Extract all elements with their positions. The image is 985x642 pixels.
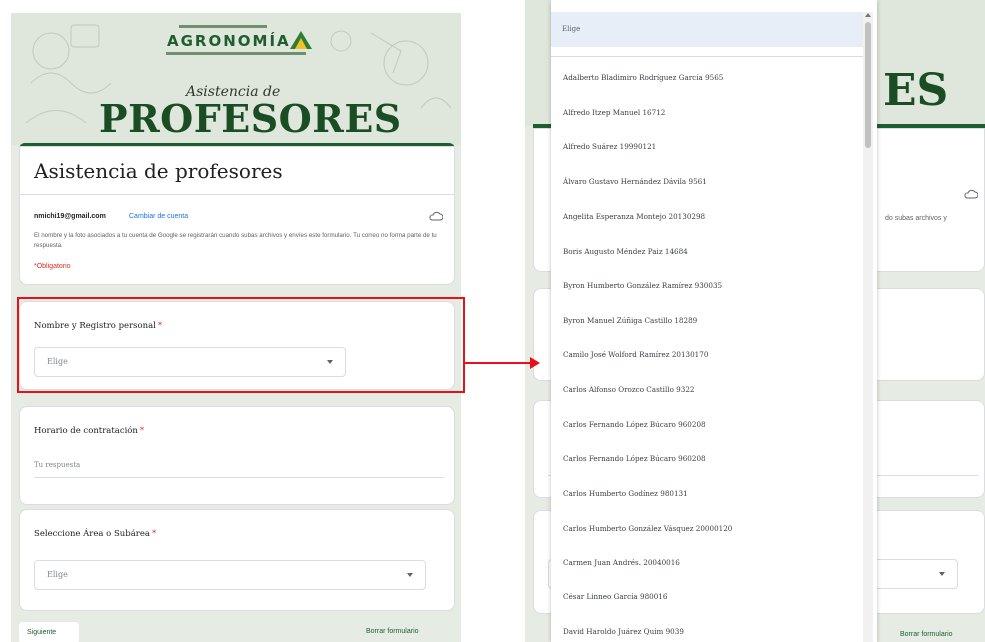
dropdown-option[interactable]: Adalberto Bladimiro Rodríguez García 956… (563, 73, 723, 82)
dropdown-option[interactable]: Alfredo Itzep Manuel 16712 (563, 108, 665, 117)
title-divider (20, 194, 454, 195)
dropdown-option[interactable]: Álvaro Gustavo Hernández Dávila 9561 (563, 177, 707, 186)
list-divider (551, 56, 863, 57)
clear-form-link[interactable]: Borrar formulario (366, 628, 419, 635)
dropdown-selected-option[interactable]: Elige (551, 12, 863, 47)
cloud-off-icon (429, 211, 443, 221)
required-star: * (139, 426, 145, 436)
answer-underline (34, 477, 444, 478)
dropdown-option[interactable]: Carlos Humberto González Vásquez 2000012… (563, 524, 732, 533)
title-card: Asistencia de profesores nmichi19@gmail.… (19, 146, 455, 285)
area-dropdown[interactable]: Elige (34, 560, 426, 590)
partial-account-notice: do subas archivos y (885, 215, 947, 222)
dropdown-option[interactable]: Camilo José Wolford Ramírez 20130170 (563, 350, 708, 359)
question-label: Horario de contratación * (34, 426, 144, 436)
dropdown-option[interactable]: Carlos Humberto Godínez 980131 (563, 489, 688, 498)
form-banner: AGRONOMÍA Asistencia de PROFESORES (11, 13, 461, 145)
chevron-down-icon (407, 573, 413, 577)
dropdown-header-text: Elige (562, 25, 581, 33)
form-title: Asistencia de profesores (34, 159, 283, 183)
required-star: * (151, 529, 157, 539)
annotation-arrow-line (465, 362, 532, 364)
horario-input[interactable]: Tu respuesta (34, 461, 80, 469)
logo-text: AGRONOMÍA (167, 32, 291, 50)
dropdown-option[interactable]: Byron Humberto González Ramírez 930035 (563, 281, 722, 290)
required-note: *Obligatorio (34, 263, 71, 270)
dropdown-option[interactable]: Byron Manuel Zúñiga Castillo 18289 (563, 316, 697, 325)
dropdown-option[interactable]: Carlos Fernando López Búcaro 960208 (563, 420, 706, 429)
question-card-horario: Horario de contratación * Tu respuesta (19, 406, 455, 505)
dropdown-option[interactable]: Carlos Alfonso Orozco Castillo 9322 (563, 385, 694, 394)
banner-partial-title: ES (883, 65, 949, 116)
logo-top-line (179, 25, 267, 28)
chevron-down-icon (939, 572, 945, 576)
dropdown-option[interactable]: César Linneo García 980016 (563, 592, 667, 601)
leaf-logo-icon (290, 31, 312, 49)
dropdown-scrollbar-thumb[interactable] (865, 22, 871, 148)
account-notice: El nombre y la foto asociados a tu cuent… (34, 232, 437, 249)
highlight-box (17, 297, 465, 393)
annotation-arrow-head-icon (530, 357, 540, 369)
question-label: Seleccione Área o Subárea * (34, 529, 156, 539)
question-label-text: Seleccione Área o Subárea (34, 529, 150, 539)
dropdown-option[interactable]: Carlos Fernando López Búcaro 960208 (563, 454, 706, 463)
switch-account-link[interactable]: Cambiar de cuenta (129, 213, 188, 220)
dropdown-option[interactable]: Angelita Esperanza Montejo 20130298 (563, 212, 705, 221)
clear-form-link-partial[interactable]: Borrar formulario (900, 631, 953, 638)
dropdown-placeholder: Elige (47, 570, 68, 579)
nombre-dropdown-list: Elige Adalberto Bladimiro Rodríguez Garc… (551, 0, 877, 642)
banner-big-title: PROFESORES (99, 96, 402, 141)
dropdown-option[interactable]: Alfredo Suárez 19990121 (563, 142, 656, 151)
dropdown-option[interactable]: Carmen Juan Andrés. 20040016 (563, 558, 680, 567)
dropdown-option[interactable]: David Haroldo Juárez Quim 9039 (563, 627, 684, 636)
scroll-up-arrow-icon[interactable] (865, 13, 871, 17)
question-card-area: Seleccione Área o Subárea * Elige (19, 509, 455, 611)
next-button[interactable]: Siguiente (19, 622, 79, 642)
cloud-off-icon (964, 189, 978, 199)
dropdown-option[interactable]: Boris Augusto Méndez Paiz 14684 (563, 247, 688, 256)
question-label-text: Horario de contratación (34, 426, 138, 436)
logo-subtitle-line (166, 52, 306, 55)
account-email: nmichi19@gmail.com (34, 213, 106, 220)
